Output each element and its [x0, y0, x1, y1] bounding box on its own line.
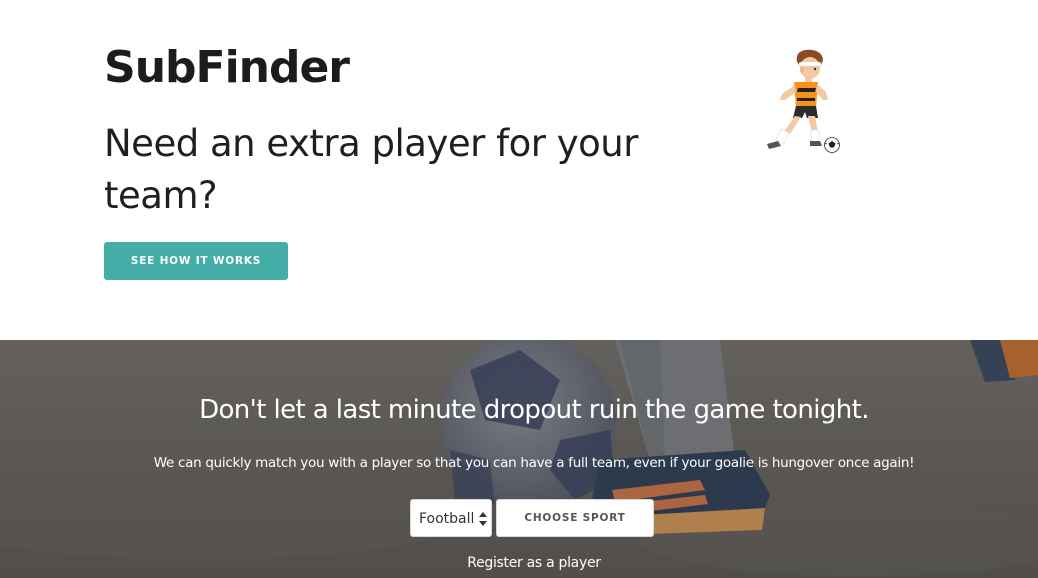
- banner-section: Don't let a last minute dropout ruin the…: [0, 340, 1038, 578]
- choose-sport-button[interactable]: CHOOSE SPORT: [496, 499, 654, 537]
- hero-section: SubFinder Need an extra player for your …: [0, 0, 1038, 340]
- see-how-it-works-button[interactable]: SEE HOW IT WORKS: [104, 242, 288, 280]
- page: SubFinder Need an extra player for your …: [0, 0, 1038, 578]
- banner-title: Don't let a last minute dropout ruin the…: [199, 395, 869, 425]
- hero-tagline: Need an extra player for your team?: [104, 122, 638, 217]
- register-as-player-link[interactable]: Register as a player: [0, 553, 1038, 573]
- soccer-player-illustration: [767, 49, 840, 153]
- brand-logo[interactable]: SubFinder: [104, 38, 350, 98]
- select-arrows-icon: [479, 512, 487, 526]
- banner-subtitle: We can quickly match you with a player s…: [153, 455, 915, 471]
- sport-select-value: Football: [419, 511, 475, 527]
- sport-select[interactable]: Football: [410, 499, 492, 537]
